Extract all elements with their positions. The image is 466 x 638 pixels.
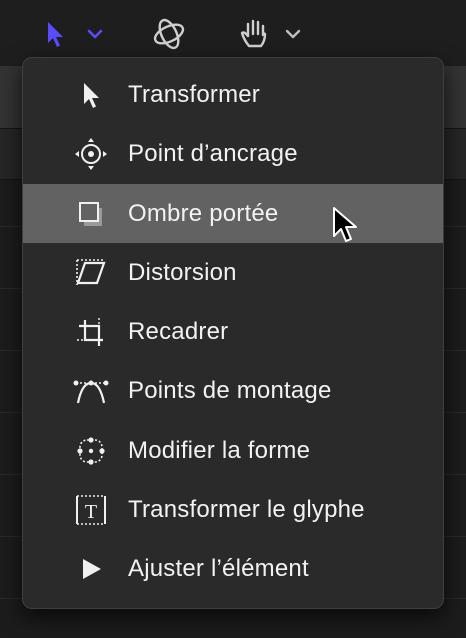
menu-item-distort[interactable]: Distorsion [23, 243, 443, 302]
arrow-pointer-icon [71, 75, 111, 115]
select-transform-tool-button[interactable] [44, 14, 106, 54]
adjust-shape-icon [71, 431, 111, 471]
menu-item-label: Points de montage [128, 376, 332, 404]
menu-item-transform[interactable]: Transformer [23, 65, 443, 124]
transform-tools-menu: Transformer Point d’ancrage Ombre portée [22, 57, 444, 609]
menu-item-anchor-point[interactable]: Point d’ancrage [23, 124, 443, 183]
menu-item-label: Ombre portée [128, 199, 279, 227]
orbit-icon [153, 18, 185, 50]
chevron-down-icon[interactable] [282, 26, 304, 42]
menu-item-label: Distorsion [128, 258, 237, 286]
menu-item-adjust-item[interactable]: Ajuster l’élément [23, 539, 443, 598]
menu-item-adjust-shape[interactable]: Modifier la forme [23, 421, 443, 480]
arrow-pointer-icon [48, 22, 63, 47]
menu-item-transform-glyph[interactable]: T Transformer le glyphe [23, 480, 443, 539]
anchor-point-icon [71, 134, 111, 174]
adjust-item-icon [71, 549, 111, 589]
menu-item-label: Point d’ancrage [128, 139, 298, 167]
menu-item-drop-shadow[interactable]: Ombre portée [23, 184, 443, 243]
hand-icon [240, 19, 267, 48]
chevron-down-icon[interactable] [84, 26, 106, 42]
menu-item-label: Transformer [128, 80, 260, 108]
transform-glyph-icon: T [71, 490, 111, 530]
menu-item-label: Recadrer [128, 317, 229, 345]
svg-text:T: T [85, 501, 97, 523]
menu-item-label: Ajuster l’élément [128, 554, 309, 582]
mouse-cursor-icon [333, 207, 357, 242]
3d-transform-tool-button[interactable] [150, 14, 188, 54]
pan-tool-button[interactable] [238, 14, 304, 54]
menu-item-label: Modifier la forme [128, 436, 311, 464]
menu-item-edit-points[interactable]: Points de montage [23, 361, 443, 420]
menu-item-crop[interactable]: Recadrer [23, 302, 443, 361]
edit-points-icon [71, 371, 111, 411]
crop-icon [71, 312, 111, 352]
distort-icon [71, 253, 111, 293]
drop-shadow-icon [71, 194, 111, 234]
menu-item-label: Transformer le glyphe [128, 495, 365, 523]
